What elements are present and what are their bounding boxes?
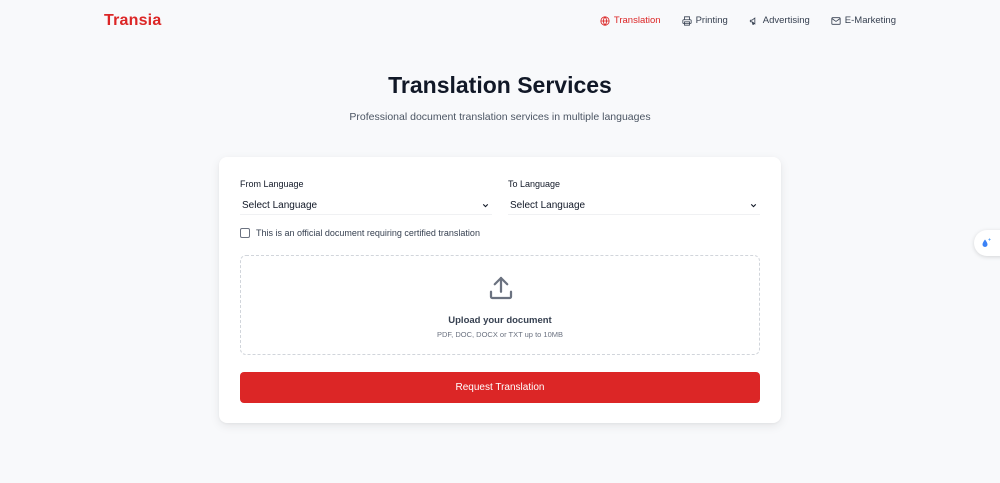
droplet-sparkle-icon [982, 238, 991, 247]
certified-checkbox-label: This is an official document requiring c… [256, 228, 480, 238]
chevron-down-icon [750, 203, 757, 208]
to-language-field: To Language Select Language [508, 179, 760, 215]
nav-label: E-Marketing [844, 15, 896, 26]
nav-label: Advertising [762, 15, 810, 26]
document-upload-dropzone[interactable]: Upload your document PDF, DOC, DOCX or T… [240, 255, 760, 355]
from-language-select[interactable]: Select Language [240, 197, 492, 215]
nav-item-emarketing[interactable]: E-Marketing [831, 15, 896, 26]
request-translation-button[interactable]: Request Translation [240, 372, 760, 403]
brand-logo[interactable]: Transia [104, 12, 161, 30]
nav-label: Translation [613, 15, 661, 26]
from-language-value: Select Language [242, 200, 318, 211]
certified-checkbox[interactable] [240, 228, 250, 238]
certified-translation-option[interactable]: This is an official document requiring c… [240, 228, 480, 238]
nav-item-printing[interactable]: Printing [681, 15, 728, 26]
mail-icon [831, 16, 841, 25]
to-language-select[interactable]: Select Language [508, 197, 760, 215]
floating-assistant-widget[interactable] [974, 230, 1000, 256]
from-language-label: From Language [240, 179, 304, 189]
upload-title: Upload your document [448, 315, 552, 326]
nav-label: Printing [695, 15, 728, 26]
main-nav: Translation Printing Advertising E-Marke… [600, 15, 896, 26]
chevron-down-icon [482, 203, 489, 208]
upload-icon [489, 276, 513, 300]
nav-item-advertising[interactable]: Advertising [749, 15, 810, 26]
upload-hint: PDF, DOC, DOCX or TXT up to 10MB [436, 330, 563, 339]
globe-icon [600, 15, 610, 26]
megaphone-icon [749, 16, 756, 25]
page-title: Translation Services [388, 72, 612, 98]
translation-form-card: From Language Select Language To Languag… [219, 157, 781, 423]
to-language-label: To Language [508, 179, 561, 189]
page-subtitle: Professional document translation servic… [349, 111, 651, 123]
from-language-field: From Language Select Language [240, 179, 492, 215]
printer-icon [681, 15, 692, 26]
nav-item-translation[interactable]: Translation [600, 15, 661, 26]
to-language-value: Select Language [510, 200, 586, 211]
top-navigation-bar: Transia Translation Printing Advertising… [0, 0, 1000, 44]
